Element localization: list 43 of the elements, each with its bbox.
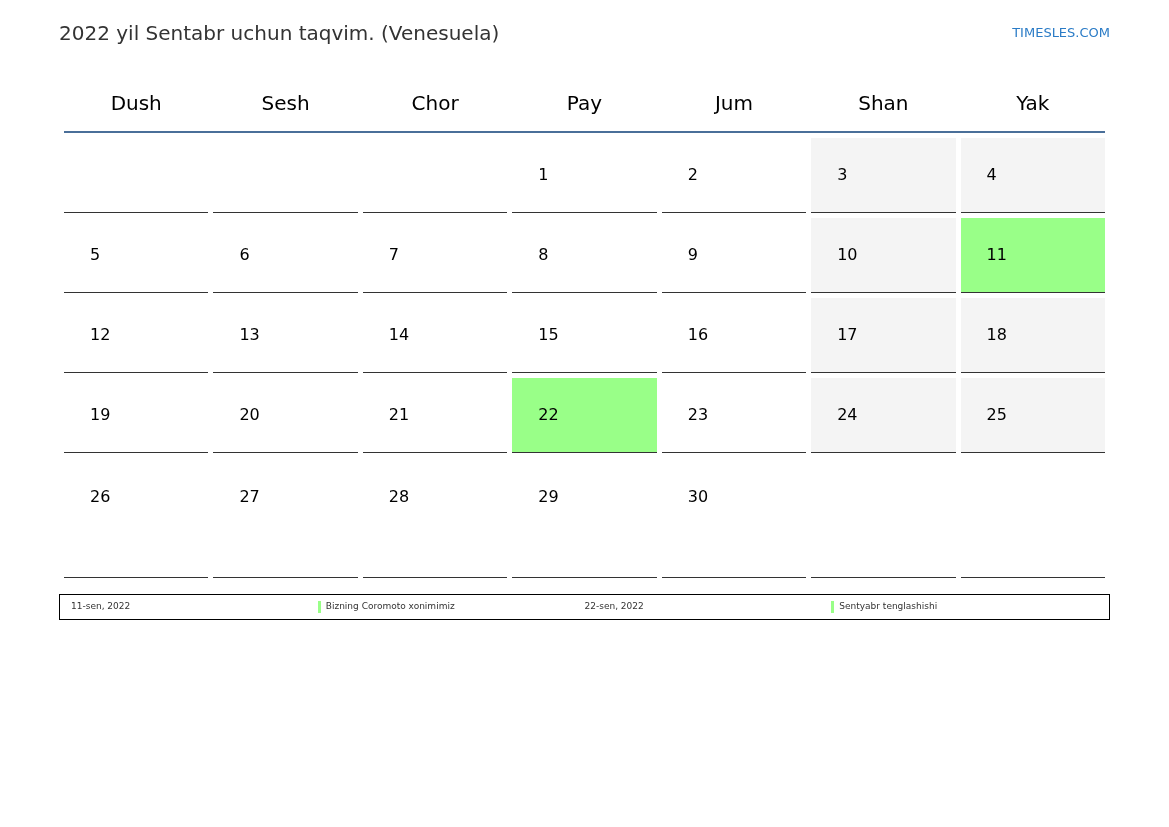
day-number: 6 — [239, 244, 250, 266]
day-number: 19 — [90, 404, 111, 426]
day-number: 15 — [538, 324, 559, 346]
day-number: 9 — [687, 244, 698, 266]
day-number: 27 — [239, 486, 260, 508]
holiday-date: 22-sen, 2022 — [584, 600, 645, 614]
weekday-header: Sesh — [261, 90, 310, 117]
day-number: 10 — [837, 244, 858, 266]
day-number: 28 — [388, 486, 410, 508]
day-number: 22 — [538, 404, 559, 426]
holiday-name: Sentyabr tenglashishi — [839, 600, 938, 614]
day-number: 5 — [90, 244, 101, 266]
day-number: 16 — [687, 324, 709, 346]
holiday-name: Bizning Coromoto xonimimiz — [325, 600, 455, 614]
day-number: 25 — [986, 404, 1007, 426]
page-title: 2022 yil Sentabr uchun taqvim. (Venesuela) — [59, 20, 500, 47]
day-number: 18 — [986, 324, 1007, 346]
day-number: 21 — [388, 404, 410, 426]
day-number: 7 — [388, 244, 400, 266]
day-number: 17 — [837, 324, 858, 346]
weekday-header: Chor — [411, 90, 459, 117]
day-number: 23 — [687, 404, 709, 426]
weekday-header: Pay — [566, 90, 603, 117]
day-number: 13 — [239, 324, 260, 346]
day-number: 1 — [538, 164, 549, 186]
day-number: 26 — [90, 486, 111, 508]
day-number: 30 — [687, 486, 709, 508]
day-number: 2 — [687, 164, 698, 186]
site-link[interactable]: TIMESLES.COM — [1012, 19, 1110, 43]
holiday-date: 11-sen, 2022 — [71, 600, 132, 614]
day-number: 12 — [90, 324, 111, 346]
weekday-header: Dush — [110, 90, 162, 117]
weekday-header: Yak — [1016, 90, 1050, 117]
day-number: 29 — [538, 486, 559, 508]
day-number: 4 — [986, 164, 997, 186]
day-number: 24 — [837, 404, 858, 426]
weekday-header: Jum — [714, 90, 753, 117]
day-number: 20 — [239, 404, 260, 426]
day-number: 8 — [538, 244, 549, 266]
day-number: 14 — [388, 324, 410, 346]
day-number: 11 — [986, 244, 1007, 266]
day-number: 3 — [837, 164, 848, 186]
weekday-header: Shan — [858, 90, 909, 117]
